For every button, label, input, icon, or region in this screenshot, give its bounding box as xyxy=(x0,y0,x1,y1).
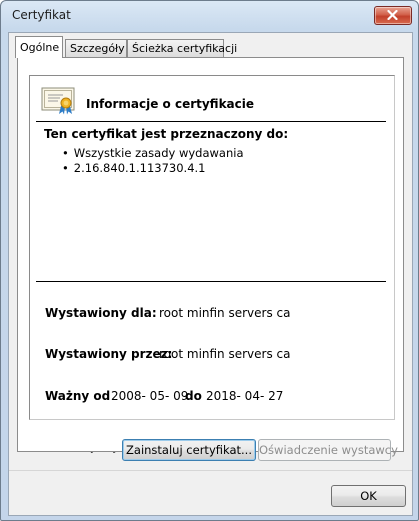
footer-divider xyxy=(9,470,412,471)
valid-to-label: do xyxy=(185,389,202,403)
divider xyxy=(36,121,386,122)
issued-by-value: root minfin servers ca xyxy=(159,347,291,361)
tab-general-label: Ogólne xyxy=(20,41,60,54)
certificate-info-title: Informacje o certyfikacie xyxy=(86,97,255,111)
divider xyxy=(36,281,386,282)
certificate-dialog: Certyfikat Ogólne Szczegóły Ścieżka cert… xyxy=(0,0,419,521)
window-title: Certyfikat xyxy=(12,8,71,22)
issued-by-label: Wystawiony przez: xyxy=(45,347,173,361)
tab-certification-path-label: Ścieżka certyfikacji xyxy=(132,42,238,55)
purpose-heading: Ten certyfikat jest przeznaczony do: xyxy=(44,127,289,141)
dialog-client-area: Ogólne Szczegóły Ścieżka certyfikacji Za… xyxy=(8,32,413,516)
tab-general[interactable]: Ogólne xyxy=(15,36,63,58)
close-button[interactable] xyxy=(374,6,412,25)
valid-to-value: 2018- 04- 27 xyxy=(206,389,284,403)
certificate-info-frame: Informacje o certyfikacie Ten certyfikat… xyxy=(29,75,395,420)
tab-details-label: Szczegóły xyxy=(70,42,125,55)
issued-to-label: Wystawiony dla: xyxy=(45,306,157,320)
tab-details[interactable]: Szczegóły xyxy=(65,39,127,57)
issuer-statement-button: Oświadczenie wystawcy xyxy=(258,439,398,461)
purpose-item: Wszystkie zasady wydawania xyxy=(62,146,244,161)
certificate-icon xyxy=(41,87,75,115)
tab-certification-path[interactable]: Ścieżka certyfikacji xyxy=(127,39,237,57)
valid-from-label: Ważny od xyxy=(45,389,111,403)
valid-from-value: 2008- 05- 09 xyxy=(111,389,189,403)
close-icon xyxy=(387,10,398,20)
title-bar[interactable]: Certyfikat xyxy=(1,1,418,31)
issued-to-value: root minfin servers ca xyxy=(159,306,291,320)
ok-button[interactable]: OK xyxy=(331,485,406,507)
install-certificate-button[interactable]: Zainstaluj certyfikat... xyxy=(122,439,256,461)
purpose-list: Wszystkie zasady wydawania 2.16.840.1.11… xyxy=(62,146,244,176)
purpose-item: 2.16.840.1.113730.4.1 xyxy=(62,161,244,176)
